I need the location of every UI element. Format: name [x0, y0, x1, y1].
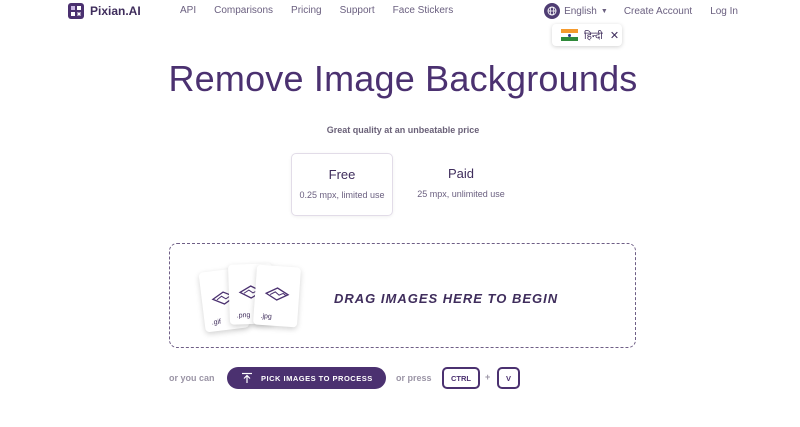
- brand-logo[interactable]: Pixian.AI: [68, 3, 141, 19]
- login-link[interactable]: Log In: [710, 6, 738, 17]
- plus-sign: +: [485, 372, 491, 382]
- main-nav: API Comparisons Pricing Support Face Sti…: [180, 5, 471, 16]
- suggested-language-label: हिन्दी: [584, 31, 603, 42]
- file-extension: .jpg: [260, 312, 273, 321]
- india-flag-icon: [561, 29, 578, 41]
- upload-icon: [242, 372, 252, 383]
- file-extension: .png: [236, 312, 251, 320]
- close-icon[interactable]: ✕: [610, 29, 619, 42]
- language-selector[interactable]: English ▼: [544, 3, 608, 19]
- file-extension: .gif: [211, 318, 222, 327]
- plan-paid-option[interactable]: Paid 25 mpx, unlimited use: [410, 153, 512, 216]
- plan-name: Free: [328, 167, 356, 182]
- caret-down-icon: ▼: [600, 7, 608, 15]
- nav-item-face-stickers[interactable]: Face Stickers: [393, 5, 454, 16]
- plan-description: 0.25 mpx, limited use: [299, 190, 385, 200]
- nav-item-api[interactable]: API: [180, 5, 196, 16]
- pick-images-label: PICK IMAGES TO PROCESS: [261, 373, 373, 383]
- or-press-text: or press: [396, 373, 432, 383]
- brand-name: Pixian.AI: [90, 4, 141, 18]
- plan-description: 25 mpx, unlimited use: [417, 189, 505, 199]
- ctrl-key-hint: CTRL: [442, 367, 480, 389]
- top-navbar: Pixian.AI API Comparisons Pricing Suppor…: [0, 0, 800, 22]
- globe-icon: [544, 3, 561, 19]
- create-account-link[interactable]: Create Account: [624, 6, 692, 17]
- v-key-hint: V: [497, 367, 520, 389]
- nav-right: English ▼ Create Account Log In: [544, 3, 738, 19]
- nav-item-support[interactable]: Support: [340, 5, 375, 16]
- pick-images-button[interactable]: PICK IMAGES TO PROCESS: [227, 367, 386, 389]
- page-subtitle: Great quality at an unbeatable price: [326, 125, 480, 135]
- dropzone-label: DRAG IMAGES HERE TO BEGIN: [334, 291, 559, 306]
- pixian-logo-icon: [68, 3, 84, 19]
- nav-item-comparisons[interactable]: Comparisons: [214, 5, 273, 16]
- file-illustration: .gif .png .jpg: [197, 262, 307, 336]
- nav-item-pricing[interactable]: Pricing: [291, 5, 322, 16]
- jpg-file-icon: .jpg: [252, 264, 302, 328]
- or-you-can-text: or you can: [169, 373, 215, 383]
- page-title: Remove Image Backgrounds: [168, 58, 638, 99]
- language-label: English: [564, 5, 597, 17]
- plan-free-option[interactable]: Free 0.25 mpx, limited use: [291, 153, 393, 216]
- plan-name: Paid: [447, 166, 475, 181]
- language-suggestion[interactable]: हिन्दी ✕: [552, 24, 622, 46]
